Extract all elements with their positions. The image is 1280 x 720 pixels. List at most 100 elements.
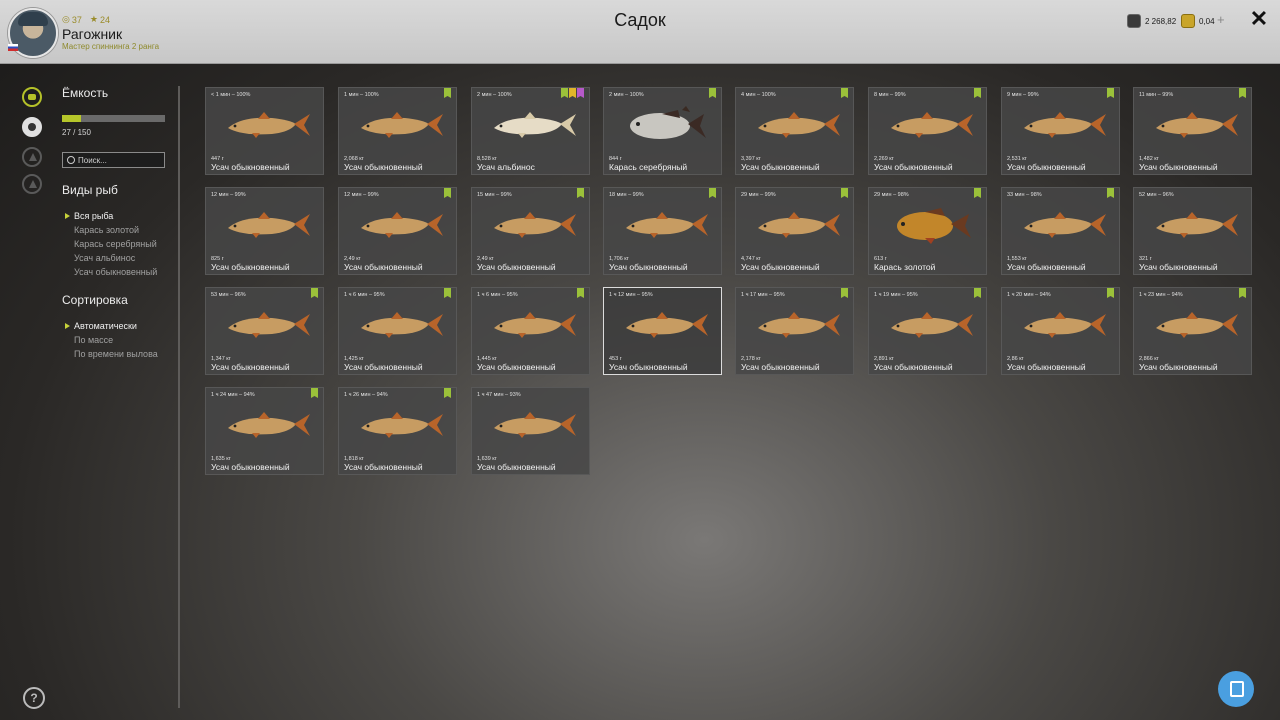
fish-card[interactable]: 1 ч 6 мин – 95% 1,425 кг Усач обыкновенный bbox=[338, 287, 457, 375]
fish-name: Усач обыкновенный bbox=[609, 362, 688, 372]
fish-card[interactable]: < 1 мин – 100% 447 г Усач обыкновенный bbox=[205, 87, 324, 175]
add-currency-button[interactable]: + bbox=[1217, 13, 1229, 27]
fish-image bbox=[752, 304, 842, 346]
cursor-mode-button[interactable] bbox=[1218, 671, 1254, 707]
fish-image bbox=[488, 404, 578, 446]
fish-image bbox=[355, 204, 445, 246]
fish-name: Усач обыкновенный bbox=[874, 162, 953, 172]
fish-card[interactable]: 1 ч 47 мин – 93% 1,639 кг Усач обыкновенны… bbox=[471, 387, 590, 475]
fish-card[interactable]: 12 мин – 99% 825 г Усач обыкновенный bbox=[205, 187, 324, 275]
fish-image bbox=[222, 304, 312, 346]
trophy-check-icon bbox=[577, 188, 584, 198]
avatar-hat bbox=[18, 12, 48, 26]
fish-badges bbox=[311, 388, 318, 398]
species-option[interactable]: Карась золотой bbox=[74, 225, 139, 235]
silver-balance: 2 268,82 bbox=[1127, 13, 1176, 29]
fish-name: Усач обыкновенный bbox=[1007, 162, 1086, 172]
fish-name: Усач обыкновенный bbox=[344, 162, 423, 172]
fish-name: Усач обыкновенный bbox=[1139, 262, 1218, 272]
gold-coin-icon bbox=[1181, 14, 1195, 28]
fish-tab-icon[interactable] bbox=[22, 117, 42, 137]
fish-image bbox=[885, 104, 975, 146]
species-option[interactable]: Усач обыкновенный bbox=[74, 267, 157, 277]
fish-card[interactable]: 2 мин – 100% 8,528 кг Усач альбинос bbox=[471, 87, 590, 175]
fish-badges bbox=[974, 288, 981, 298]
keepnet-tab-icon[interactable] bbox=[22, 87, 42, 107]
trophy-check-icon bbox=[1107, 288, 1114, 298]
fish-card[interactable]: 52 мин – 96% 321 г Усач обыкновенный bbox=[1133, 187, 1252, 275]
species-option[interactable]: Карась серебряный bbox=[74, 239, 157, 249]
fish-catch-time: 9 мин – 99% bbox=[1007, 92, 1039, 98]
fish-card[interactable]: 1 ч 6 мин – 95% 1,445 кг Усач обыкновенный bbox=[471, 287, 590, 375]
fish-name: Усач альбинос bbox=[477, 162, 535, 172]
sort-option[interactable]: Автоматически bbox=[65, 321, 137, 331]
fish-card[interactable]: 1 ч 17 мин – 95% 2,178 кг Усач обыкновенны… bbox=[735, 287, 854, 375]
fish-card[interactable]: 29 мин – 98% 613 г Карась золотой bbox=[868, 187, 987, 275]
fish-card[interactable]: 29 мин – 99% 4,747 кг Усач обыкновенный bbox=[735, 187, 854, 275]
fish-name: Усач обыкновенный bbox=[477, 362, 556, 372]
fish-card[interactable]: 9 мин – 99% 2,531 кг Усач обыкновенный bbox=[1001, 87, 1120, 175]
fish-image bbox=[222, 404, 312, 446]
fish-catch-time: 2 мин – 100% bbox=[477, 92, 512, 98]
fish-card[interactable]: 15 мин – 99% 2,49 кг Усач обыкновенный bbox=[471, 187, 590, 275]
search-input[interactable] bbox=[78, 155, 158, 165]
fish-catch-time: 53 мин – 96% bbox=[211, 292, 246, 298]
species-option[interactable]: Усач альбинос bbox=[74, 253, 135, 263]
help-button[interactable]: ? bbox=[23, 687, 45, 709]
fish-badges bbox=[577, 188, 584, 198]
fish-catch-time: 1 мин – 100% bbox=[344, 92, 379, 98]
fish-card[interactable]: 1 ч 12 мин – 95% 453 г Усач обыкновенный bbox=[603, 287, 722, 375]
trophy-gold-icon bbox=[569, 88, 576, 98]
fish-image bbox=[1018, 204, 1108, 246]
fish-card[interactable]: 8 мин – 99% 2,269 кг Усач обыкновенный bbox=[868, 87, 987, 175]
fish-catch-time: 4 мин – 100% bbox=[741, 92, 776, 98]
fish-card[interactable]: 18 мин – 99% 1,706 кг Усач обыкновенный bbox=[603, 187, 722, 275]
fish-badges bbox=[1107, 288, 1114, 298]
trophy-check-icon bbox=[1239, 288, 1246, 298]
fish-catch-time: 52 мин – 96% bbox=[1139, 192, 1174, 198]
fish-image bbox=[1150, 104, 1240, 146]
fish-catch-time: 12 мин – 99% bbox=[211, 192, 246, 198]
trophy-check-icon bbox=[841, 288, 848, 298]
fish-image bbox=[488, 304, 578, 346]
species-filter-title: Виды рыб bbox=[62, 183, 118, 197]
trophy-check-icon bbox=[1239, 88, 1246, 98]
trophy-check-icon bbox=[1107, 188, 1114, 198]
fish-card[interactable]: 4 мин – 100% 3,397 кг Усач обыкновенный bbox=[735, 87, 854, 175]
trophy-check-icon bbox=[841, 188, 848, 198]
fish-catch-time: 33 мин – 98% bbox=[1007, 192, 1042, 198]
species-option[interactable]: Вся рыба bbox=[64, 211, 113, 221]
stars-value: 24 bbox=[99, 14, 110, 25]
fish-card[interactable]: 2 мин – 100% 844 г Карась серебряный bbox=[603, 87, 722, 175]
fish-card[interactable]: 12 мин – 99% 2,49 кг Усач обыкновенный bbox=[338, 187, 457, 275]
fish-card[interactable]: 33 мин – 98% 1,553 кг Усач обыкновенный bbox=[1001, 187, 1120, 275]
close-button[interactable]: ✕ bbox=[1249, 8, 1269, 30]
fish-card[interactable]: 11 мин – 99% 1,482 кг Усач обыкновенный bbox=[1133, 87, 1252, 175]
rod-tab-icon[interactable] bbox=[22, 147, 42, 167]
fish-name: Усач обыкновенный bbox=[211, 462, 290, 472]
fish-name: Усач обыкновенный bbox=[609, 262, 688, 272]
fish-card[interactable]: 1 ч 24 мин – 94% 1,635 кг Усач обыкновенны… bbox=[205, 387, 324, 475]
search-box[interactable] bbox=[62, 152, 165, 168]
trophy-unique-icon bbox=[577, 88, 584, 98]
fish-card[interactable]: 1 ч 19 мин – 95% 2,891 кг Усач обыкновенны… bbox=[868, 287, 987, 375]
sort-option[interactable]: По массе bbox=[74, 335, 113, 345]
home-tab-icon[interactable] bbox=[22, 174, 42, 194]
fish-card[interactable]: 53 мин – 96% 1,347 кг Усач обыкновенный bbox=[205, 287, 324, 375]
fish-card[interactable]: 1 ч 26 мин – 94% 1,818 кг Усач обыкновенны… bbox=[338, 387, 457, 475]
fish-image bbox=[620, 304, 710, 346]
fish-card[interactable]: 1 мин – 100% 2,068 кг Усач обыкновенный bbox=[338, 87, 457, 175]
capacity-title: Ёмкость bbox=[62, 86, 109, 100]
fish-catch-time: 18 мин – 99% bbox=[609, 192, 644, 198]
fish-image bbox=[1018, 104, 1108, 146]
fish-card[interactable]: 1 ч 20 мин – 94% 2,86 кг Усач обыкновенный bbox=[1001, 287, 1120, 375]
fish-image bbox=[885, 304, 975, 346]
fish-badges bbox=[444, 388, 451, 398]
fish-name: Усач обыкновенный bbox=[344, 462, 423, 472]
sort-option[interactable]: По времени вылова bbox=[74, 349, 158, 359]
silver-value: 2 268,82 bbox=[1145, 16, 1177, 26]
fish-name: Усач обыкновенный bbox=[1007, 262, 1086, 272]
fish-catch-time: 1 ч 24 мин – 94% bbox=[211, 392, 255, 398]
player-avatar[interactable] bbox=[8, 8, 58, 58]
fish-card[interactable]: 1 ч 23 мин – 94% 2,866 кг Усач обыкновенны… bbox=[1133, 287, 1252, 375]
